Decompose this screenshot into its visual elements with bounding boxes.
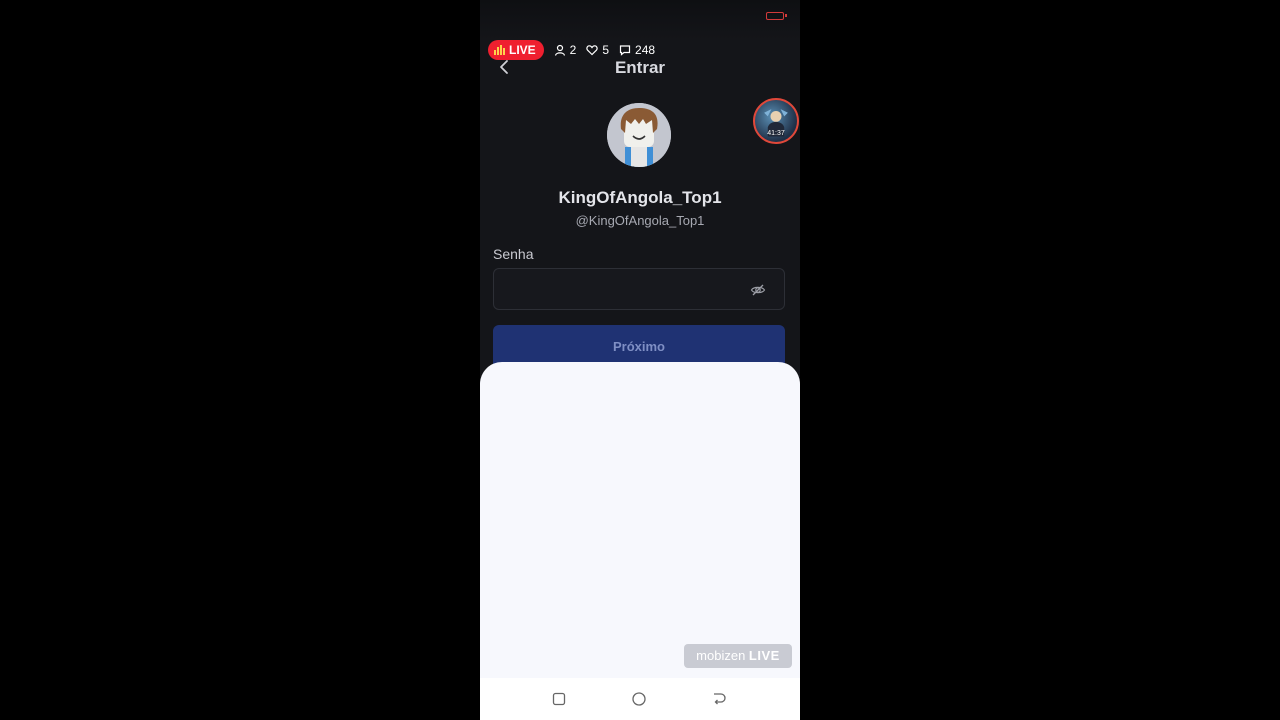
camera-timestamp: 41:37 xyxy=(767,130,785,137)
password-field[interactable] xyxy=(493,268,785,310)
username: @KingOfAngola_Top1 xyxy=(575,213,705,228)
avatar xyxy=(607,103,671,167)
watermark-suffix: LIVE xyxy=(748,648,780,663)
system-nav-bar xyxy=(480,678,800,720)
camera-overlay-bubble[interactable]: 41:37 xyxy=(753,98,799,144)
mobizen-watermark: mobizen LIVE xyxy=(684,644,792,668)
circle-icon[interactable] xyxy=(631,691,647,707)
password-input[interactable] xyxy=(494,269,768,309)
status-bar xyxy=(480,0,800,40)
avatar-image xyxy=(607,103,671,167)
password-label: Senha xyxy=(493,246,534,262)
header: Entrar xyxy=(480,54,800,80)
eye-off-icon[interactable] xyxy=(750,282,766,298)
square-icon[interactable] xyxy=(551,691,567,707)
watermark-brand: mobizen xyxy=(696,648,746,663)
page-title: Entrar xyxy=(614,58,666,77)
bottom-sheet xyxy=(480,362,800,682)
display-name: KingOfAngola_Top1 xyxy=(558,188,722,207)
return-arrow-icon[interactable] xyxy=(711,691,727,707)
battery-icon xyxy=(766,12,787,20)
phone-screen: LIVE 2 5 248 Entrar 41:37 KingOfAngola_T… xyxy=(480,0,800,720)
